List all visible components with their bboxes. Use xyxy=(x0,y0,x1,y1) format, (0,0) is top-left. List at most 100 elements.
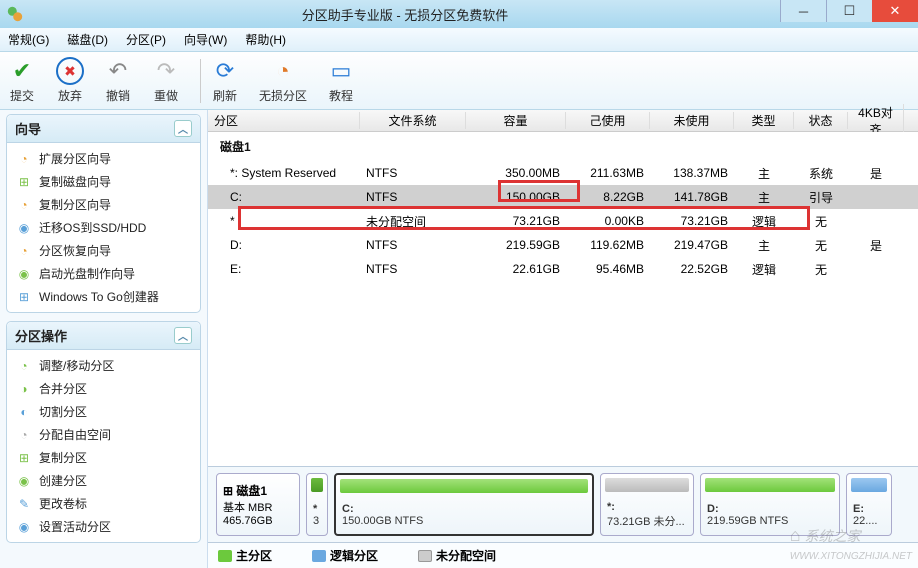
cell: 是 xyxy=(848,237,904,254)
提交-icon: ✔ xyxy=(8,57,36,85)
segment-fill xyxy=(705,478,835,492)
cell: 73.21GB xyxy=(650,214,734,228)
close-button[interactable]: ✕ xyxy=(872,0,918,22)
segment-label: C:150.00GB NTFS xyxy=(342,503,586,527)
legend-primary: 主分区 xyxy=(218,547,272,564)
cell: 主 xyxy=(734,189,794,206)
disk-header[interactable]: 磁盘1 xyxy=(208,132,918,161)
cell: 主 xyxy=(734,237,794,254)
sidebar-item-创建分区[interactable]: ◉创建分区 xyxy=(9,469,198,492)
disk-card[interactable]: ⊞ 磁盘1基本 MBR465.76GB xyxy=(216,473,300,536)
partition-row[interactable]: C:NTFS150.00GB8.22GB141.78GB主引导 xyxy=(208,185,918,209)
item-icon: ⊞ xyxy=(15,450,33,466)
ops-panel: 分区操作 ︿ ◔调整/移动分区◑合并分区◐切割分区◔分配自由空间⊞复制分区◉创建… xyxy=(6,321,201,543)
menu-general[interactable]: 常规(G) xyxy=(8,31,49,48)
sidebar-item-合并分区[interactable]: ◑合并分区 xyxy=(9,377,198,400)
toolbar-撤销[interactable]: ↶撤销 xyxy=(104,57,132,104)
无损分区-icon: ◔ xyxy=(269,57,297,85)
item-label: 迁移OS到SSD/HDD xyxy=(39,219,146,236)
item-label: 分区恢复向导 xyxy=(39,242,111,259)
main-area: 分区 文件系统 容量 己使用 未使用 类型 状态 4KB对齐 磁盘1 *: Sy… xyxy=(208,110,918,568)
collapse-icon[interactable]: ︿ xyxy=(174,327,192,344)
item-icon: ⊞ xyxy=(15,174,33,190)
放弃-icon: ✖ xyxy=(56,57,84,85)
ops-panel-header[interactable]: 分区操作 ︿ xyxy=(7,322,200,350)
toolbar: ✔提交 ✖放弃 ↶撤销 ↷重做 ⟳刷新 ◔无损分区 ▭教程 xyxy=(0,52,918,110)
collapse-icon[interactable]: ︿ xyxy=(174,120,192,137)
cell: NTFS xyxy=(360,166,466,180)
disk-segment[interactable]: C:150.00GB NTFS xyxy=(334,473,594,536)
cell: 8.22GB xyxy=(566,190,650,204)
col-type[interactable]: 类型 xyxy=(734,112,794,129)
disk-segment[interactable]: *3 xyxy=(306,473,328,536)
sidebar-item-切割分区[interactable]: ◐切割分区 xyxy=(9,400,198,423)
cell: NTFS xyxy=(360,262,466,276)
sidebar-item-复制磁盘向导[interactable]: ⊞复制磁盘向导 xyxy=(9,170,198,193)
刷新-icon: ⟳ xyxy=(211,57,239,85)
cell: 22.61GB xyxy=(466,262,566,276)
app-icon xyxy=(6,5,24,23)
segment-label: *3 xyxy=(313,503,321,527)
sidebar-item-启动光盘制作向导[interactable]: ◉启动光盘制作向导 xyxy=(9,262,198,285)
item-icon: ◉ xyxy=(15,220,33,236)
col-used[interactable]: 己使用 xyxy=(566,112,650,129)
sidebar: 向导 ︿ ◔扩展分区向导⊞复制磁盘向导◔复制分区向导 ◉ 迁移OS到SSD/HDD ◔… xyxy=(0,110,208,568)
cell: 211.63MB xyxy=(566,166,650,180)
segment-fill xyxy=(340,479,588,493)
col-free[interactable]: 未使用 xyxy=(650,112,734,129)
sidebar-item-调整/移动分区[interactable]: ◔调整/移动分区 xyxy=(9,354,198,377)
partition-row[interactable]: D:NTFS219.59GB119.62MB219.47GB主无是 xyxy=(208,233,918,257)
cell: 无 xyxy=(794,237,848,254)
col-capacity[interactable]: 容量 xyxy=(466,112,566,129)
maximize-button[interactable]: ☐ xyxy=(826,0,872,22)
cell: 系统 xyxy=(794,165,848,182)
cell: 119.62MB xyxy=(566,238,650,252)
toolbar-提交[interactable]: ✔提交 xyxy=(8,57,36,104)
minimize-button[interactable]: ─ xyxy=(780,0,826,22)
sidebar-item-分配自由空间[interactable]: ◔分配自由空间 xyxy=(9,423,198,446)
col-status[interactable]: 状态 xyxy=(794,112,848,129)
item-label: 启动光盘制作向导 xyxy=(39,265,135,282)
partition-row[interactable]: *: System ReservedNTFS350.00MB211.63MB13… xyxy=(208,161,918,185)
cell: 138.37MB xyxy=(650,166,734,180)
menu-partition[interactable]: 分区(P) xyxy=(126,31,166,48)
toolbar-刷新[interactable]: ⟳刷新 xyxy=(211,57,239,104)
partition-row[interactable]: *未分配空间73.21GB0.00KB73.21GB逻辑无 xyxy=(208,209,918,233)
cell: C: xyxy=(208,190,360,204)
sidebar-item-复制分区[interactable]: ⊞复制分区 xyxy=(9,446,198,469)
toolbar-label: 撤销 xyxy=(106,87,130,104)
disk-segment[interactable]: E:22.... xyxy=(846,473,892,536)
重做-icon: ↷ xyxy=(152,57,180,85)
toolbar-放弃[interactable]: ✖放弃 xyxy=(56,57,84,104)
segment-fill xyxy=(311,478,323,492)
menu-wizard[interactable]: 向导(W) xyxy=(184,31,227,48)
sidebar-item-更改卷标[interactable]: ✎更改卷标 xyxy=(9,492,198,515)
item-label: 创建分区 xyxy=(39,472,87,489)
cell: *: System Reserved xyxy=(208,166,360,180)
col-partition[interactable]: 分区 xyxy=(208,112,360,129)
cell: 95.46MB xyxy=(566,262,650,276)
sidebar-item-设置活动分区[interactable]: ◉ 设置活动分区 xyxy=(9,515,198,538)
menu-disk[interactable]: 磁盘(D) xyxy=(67,31,108,48)
cell: NTFS xyxy=(360,238,466,252)
legend-logical: 逻辑分区 xyxy=(312,547,378,564)
partition-row[interactable]: E:NTFS22.61GB95.46MB22.52GB逻辑无 xyxy=(208,257,918,281)
col-filesystem[interactable]: 文件系统 xyxy=(360,112,466,129)
grid-body[interactable]: 磁盘1 *: System ReservedNTFS350.00MB211.63… xyxy=(208,132,918,466)
disk-segment[interactable]: *:73.21GB 未分... xyxy=(600,473,694,536)
toolbar-无损分区[interactable]: ◔无损分区 xyxy=(259,57,307,104)
sidebar-item-Windows To Go创建器[interactable]: ⊞Windows To Go创建器 xyxy=(9,285,198,308)
sidebar-item-扩展分区向导[interactable]: ◔扩展分区向导 xyxy=(9,147,198,170)
disk-segment[interactable]: D:219.59GB NTFS xyxy=(700,473,840,536)
item-icon: ✎ xyxy=(15,496,33,512)
item-label: 扩展分区向导 xyxy=(39,150,111,167)
wizard-panel-header[interactable]: 向导 ︿ xyxy=(7,115,200,143)
sidebar-item-迁移OS到SSD/HDD[interactable]: ◉ 迁移OS到SSD/HDD xyxy=(9,216,198,239)
item-icon: ◉ xyxy=(15,519,33,535)
menu-help[interactable]: 帮助(H) xyxy=(245,31,286,48)
item-label: 设置活动分区 xyxy=(39,518,111,535)
sidebar-item-分区恢复向导[interactable]: ◔分区恢复向导 xyxy=(9,239,198,262)
sidebar-item-复制分区向导[interactable]: ◔复制分区向导 xyxy=(9,193,198,216)
toolbar-教程[interactable]: ▭教程 xyxy=(327,57,355,104)
toolbar-重做[interactable]: ↷重做 xyxy=(152,57,180,104)
